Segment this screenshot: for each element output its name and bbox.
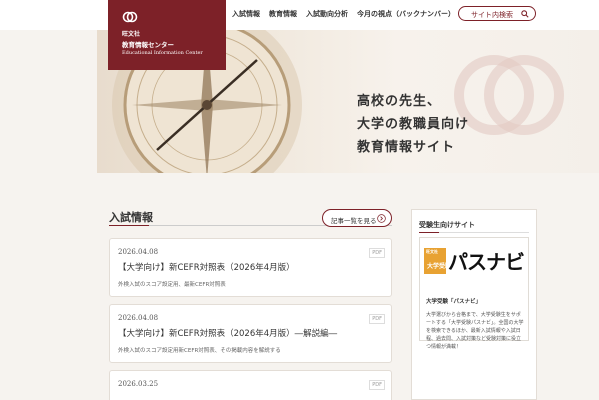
article-title[interactable]: 【大学向け】新CEFR対照表（2026年4月版） (118, 261, 295, 273)
arrow-right-icon (377, 214, 386, 223)
pdf-badge: PDF (369, 248, 385, 258)
article-description: 外検入試のスコア設定用新CEFR対照表、その掲載内容を解説する (118, 348, 281, 354)
sidebar-title: 受験生向けサイト (419, 221, 475, 229)
article-date: 2026.03.25 (118, 380, 159, 388)
main-nav: 入試情報 教育情報 入試動向分析 今月の視点（バックナンバー） (232, 9, 455, 19)
site-search-input[interactable]: サイト内検索 (458, 6, 536, 21)
pdf-badge: PDF (369, 314, 385, 324)
section-divider-accent (109, 225, 149, 226)
nav-link-education-info[interactable]: 教育情報 (269, 9, 297, 19)
site-logo[interactable]: 旺文社 教育情報センター Educational Information Cen… (108, 0, 226, 70)
view-all-label: 記事一覧を見る (331, 217, 377, 225)
sidebar-divider-accent (419, 232, 439, 233)
top-navigation: 入試情報 教育情報 入試動向分析 今月の視点（バックナンバー） サイト内検索 (0, 0, 599, 30)
passnavi-mini-logo: 旺文社 大学受験 (424, 248, 451, 274)
search-icon[interactable] (521, 10, 529, 18)
article-date: 2026.04.08 (118, 314, 159, 322)
banner-description: 大学選びから合格まで、大学受験生をサポートする「大学受験パスナビ」。全国の大学を… (426, 312, 524, 350)
section-title: 入試情報 (109, 211, 153, 224)
hero-line-2: 大学の教職員向け (357, 117, 470, 132)
hero-line-3: 教育情報サイト (357, 140, 456, 155)
banner-caption: 大学受験「パスナビ」 (426, 299, 482, 305)
search-placeholder: サイト内検索 (471, 11, 513, 19)
article-description: 外検入試のスコア設定用、最新CEFR対照表 (118, 282, 226, 288)
logo-english-name: Educational Information Center (122, 50, 203, 56)
nav-link-monthly-view[interactable]: 今月の視点（バックナンバー） (357, 9, 455, 19)
logo-company-name: 旺文社 (122, 31, 141, 38)
article-card[interactable]: 2026.04.08 PDF 【大学向け】新CEFR対照表（2026年4月版）―… (109, 304, 392, 363)
article-title[interactable]: 【大学向け】新CEFR対照表（2026年4月版）―解説編― (118, 327, 337, 339)
nav-link-exam-info[interactable]: 入試情報 (232, 9, 260, 19)
main-content: 入試情報 記事一覧を見る 2026.04.08 PDF 【大学向け】新CEFR対… (0, 173, 599, 400)
article-card[interactable]: 2026.03.25 PDF (109, 370, 392, 400)
pdf-badge: PDF (369, 380, 385, 390)
article-card[interactable]: 2026.04.08 PDF 【大学向け】新CEFR対照表（2026年4月版） … (109, 238, 392, 297)
nav-link-exam-trend[interactable]: 入試動向分析 (306, 9, 348, 19)
passnavi-logo: パスナビ (448, 250, 525, 274)
mini-logo-top: 旺文社 (426, 249, 438, 254)
logo-center-name: 教育情報センター (122, 41, 174, 49)
sidebar: 受験生向けサイト 旺文社 大学受験 パスナビ 大学受験「パスナビ」 大学選びから… (411, 209, 537, 400)
obunsha-logo-icon (122, 11, 138, 23)
article-date: 2026.04.08 (118, 248, 159, 256)
passnavi-banner[interactable]: 旺文社 大学受験 パスナビ 大学受験「パスナビ」 大学選びから合格まで、大学受験… (419, 237, 529, 350)
hero-line-1: 高校の先生、 (357, 94, 442, 109)
view-all-articles-button[interactable]: 記事一覧を見る (322, 209, 392, 227)
